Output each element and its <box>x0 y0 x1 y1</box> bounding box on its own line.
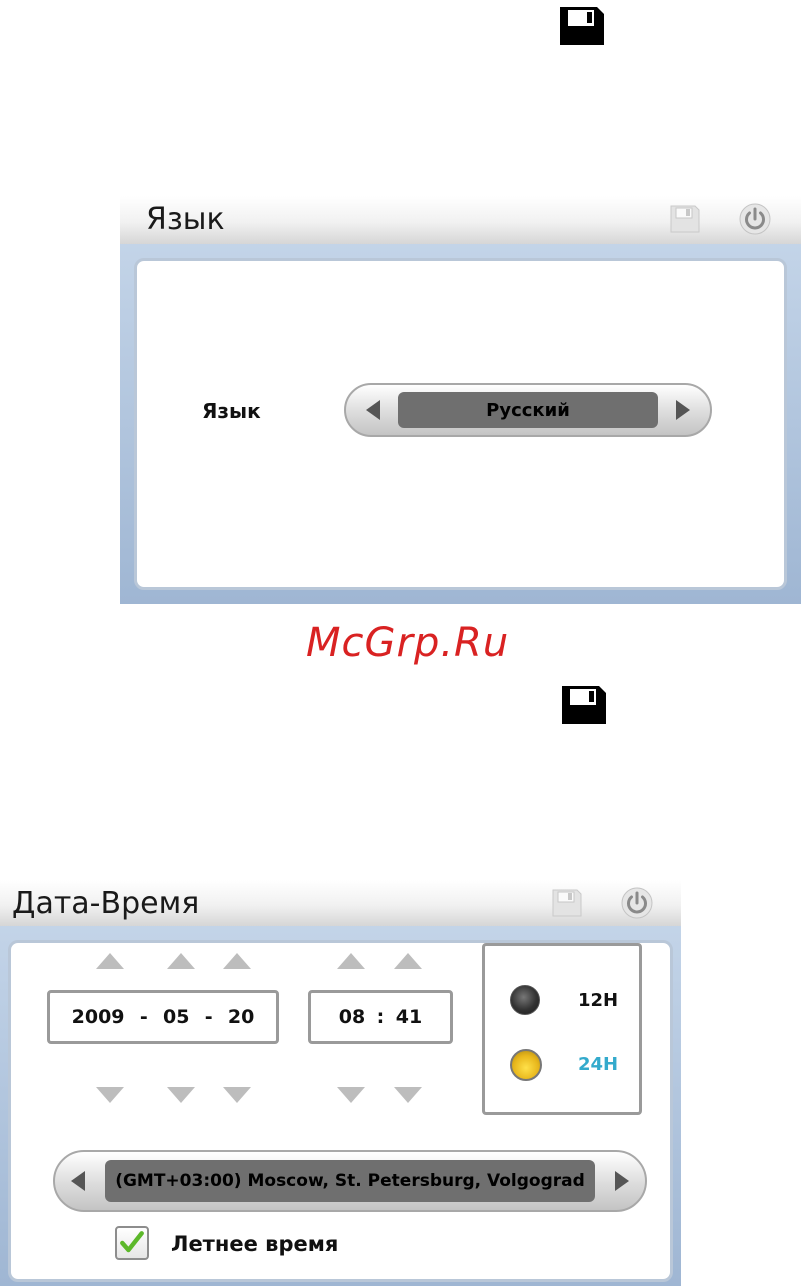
timezone-selector: (GMT+03:00) Moscow, St. Petersburg, Volg… <box>53 1150 647 1212</box>
time-format-group: 12H 24H <box>482 943 642 1115</box>
checkmark-icon <box>120 1231 144 1253</box>
next-language-arrow-icon[interactable] <box>676 400 690 420</box>
minute-value[interactable]: 41 <box>396 1006 422 1028</box>
time-separator: : <box>376 1006 385 1028</box>
datetime-window: Дата-Время 2009 - 05 - 20 08: 41 12H 24… <box>0 880 681 1286</box>
power-icon[interactable] <box>620 886 654 920</box>
dst-checkbox[interactable] <box>115 1226 149 1260</box>
date-separator: - <box>139 1006 148 1028</box>
power-icon[interactable] <box>738 202 772 236</box>
hour-down-arrow-icon[interactable] <box>337 1087 365 1103</box>
save-floppy-icon-2 <box>559 683 609 727</box>
minute-up-arrow-icon[interactable] <box>394 953 422 969</box>
format-24h-label[interactable]: 24H <box>578 1054 618 1075</box>
date-field[interactable]: 2009 - 05 - 20 <box>47 990 279 1044</box>
language-panel: Язык Русский <box>134 258 787 590</box>
dst-label[interactable]: Летнее время <box>171 1232 338 1256</box>
hour-up-arrow-icon[interactable] <box>337 953 365 969</box>
save-icon[interactable] <box>550 886 584 920</box>
datetime-frame: 2009 - 05 - 20 08 : 41 12H 24H (GMT+03:0… <box>0 926 681 1286</box>
language-titlebar: Язык <box>120 196 801 244</box>
day-value[interactable]: 20 <box>228 1006 254 1028</box>
language-window: Язык Язык Русский <box>120 196 801 604</box>
date-separator: - <box>204 1006 213 1028</box>
format-12h-label[interactable]: 12H <box>578 990 618 1011</box>
datetime-panel: 2009 - 05 - 20 08 : 41 12H 24H (GMT+03:0… <box>8 940 673 1282</box>
month-up-arrow-icon[interactable] <box>167 953 195 969</box>
year-up-arrow-icon[interactable] <box>96 953 124 969</box>
save-floppy-icon <box>557 4 607 48</box>
language-label: Язык <box>202 399 261 423</box>
minute-down-arrow-icon[interactable] <box>394 1087 422 1103</box>
watermark: McGrp.Ru <box>306 620 510 666</box>
language-selector: Русский <box>344 383 712 437</box>
month-down-arrow-icon[interactable] <box>167 1087 195 1103</box>
next-timezone-arrow-icon[interactable] <box>615 1171 629 1191</box>
window-title: Язык <box>146 202 225 237</box>
language-value: Русский <box>398 392 658 428</box>
day-down-arrow-icon[interactable] <box>223 1087 251 1103</box>
year-value[interactable]: 2009 <box>72 1006 125 1028</box>
previous-language-arrow-icon[interactable] <box>366 400 380 420</box>
radio-12h[interactable] <box>510 985 540 1015</box>
save-icon[interactable] <box>668 202 702 236</box>
month-value[interactable]: 05 <box>163 1006 189 1028</box>
radio-24h[interactable] <box>510 1049 542 1081</box>
timezone-value: (GMT+03:00) Moscow, St. Petersburg, Volg… <box>105 1160 595 1202</box>
previous-timezone-arrow-icon[interactable] <box>71 1171 85 1191</box>
hour-value[interactable]: 08 <box>339 1006 365 1028</box>
day-up-arrow-icon[interactable] <box>223 953 251 969</box>
window-title: Дата-Время <box>12 886 200 921</box>
datetime-titlebar: Дата-Время <box>0 880 681 926</box>
year-down-arrow-icon[interactable] <box>96 1087 124 1103</box>
language-frame: Язык Русский <box>120 244 801 604</box>
time-field[interactable]: 08 : 41 <box>308 990 453 1044</box>
